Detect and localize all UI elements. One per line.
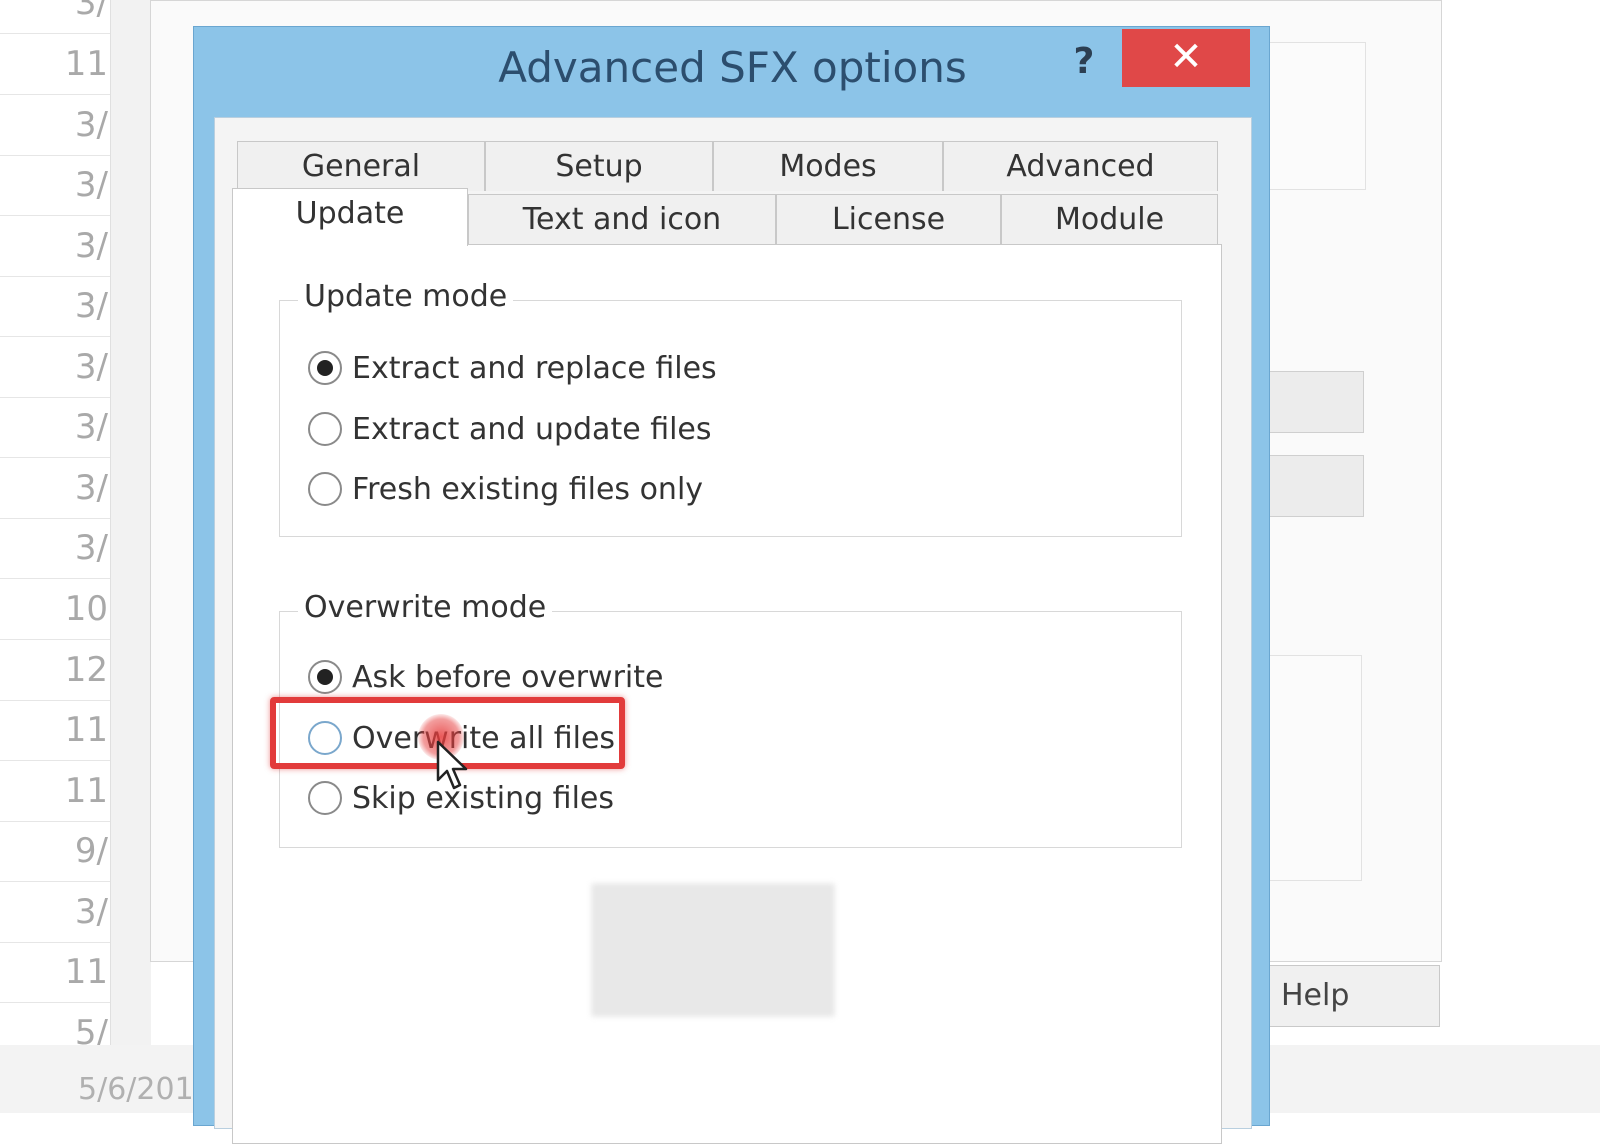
list-item[interactable]: 3/ [0,155,110,216]
close-button[interactable]: ✕ [1122,29,1250,87]
background-button[interactable] [1268,371,1364,433]
radio-label: Extract and replace files [352,350,717,386]
update-mode-label: Update mode [298,279,514,314]
background-panel [1268,655,1362,881]
list-item[interactable]: 3/ [0,337,110,398]
radio-button[interactable] [308,412,342,446]
help-question-icon[interactable]: ? [1064,37,1104,87]
tab-module[interactable]: Module [1001,194,1218,244]
blurred-button[interactable] [592,884,834,1016]
list-item[interactable]: 11 [0,34,110,95]
tab-modes[interactable]: Modes [713,141,943,191]
overwrite-mode-label: Overwrite mode [298,590,553,625]
tab-advanced[interactable]: Advanced [943,141,1218,191]
background-file-list: 3/ 11 3/ 3/ 3/ 3/ 3/ 3/ 3/ 3/ 10 12 11 1… [0,0,110,1113]
list-item[interactable]: 3/ [0,518,110,579]
list-item[interactable]: 3/ [0,882,110,943]
help-button[interactable]: Help [1260,965,1440,1027]
radio-ask-before-overwrite[interactable]: Ask before overwrite [308,655,663,699]
tab-update[interactable]: Update [232,188,468,246]
background-panel [1268,42,1366,190]
radio-button[interactable] [308,351,342,385]
radio-extract-and-replace[interactable]: Extract and replace files [308,346,717,390]
list-item[interactable]: 11 [0,761,110,822]
radio-label: Extract and update files [352,411,712,447]
list-item[interactable]: 3/ [0,397,110,458]
tab-general[interactable]: General [237,141,485,191]
list-item[interactable]: 11 [0,700,110,761]
list-item[interactable]: 11 [0,942,110,1003]
radio-fresh-existing-only[interactable]: Fresh existing files only [308,467,703,511]
list-item[interactable]: 3/ [0,216,110,277]
tab-license[interactable]: License [776,194,1001,244]
mouse-cursor-icon [436,740,468,790]
radio-button[interactable] [308,781,342,815]
background-splitter [110,0,151,1113]
radio-label: Skip existing files [352,780,614,816]
tab-text-and-icon[interactable]: Text and icon [468,194,776,244]
radio-label: Ask before overwrite [352,659,664,695]
radio-label: Fresh existing files only [352,471,704,507]
list-item[interactable]: 12 [0,640,110,701]
list-item[interactable]: 3/ [0,276,110,337]
list-item[interactable]: 9/ [0,821,110,882]
list-item[interactable]: 5/6/201 [78,1072,194,1107]
radio-extract-and-update[interactable]: Extract and update files [308,407,712,451]
tab-setup[interactable]: Setup [485,141,713,191]
dialog-title: Advanced SFX options [498,43,967,92]
update-mode-group: Update mode Extract and replace files Ex… [279,279,1182,537]
list-item[interactable]: 3/ [0,0,110,34]
background-button[interactable] [1268,455,1364,517]
radio-button[interactable] [308,660,342,694]
list-item[interactable]: 3/ [0,95,110,156]
radio-button[interactable] [308,472,342,506]
list-item[interactable]: 10 [0,579,110,640]
close-icon: ✕ [1169,34,1203,80]
list-item[interactable]: 3/ [0,458,110,519]
